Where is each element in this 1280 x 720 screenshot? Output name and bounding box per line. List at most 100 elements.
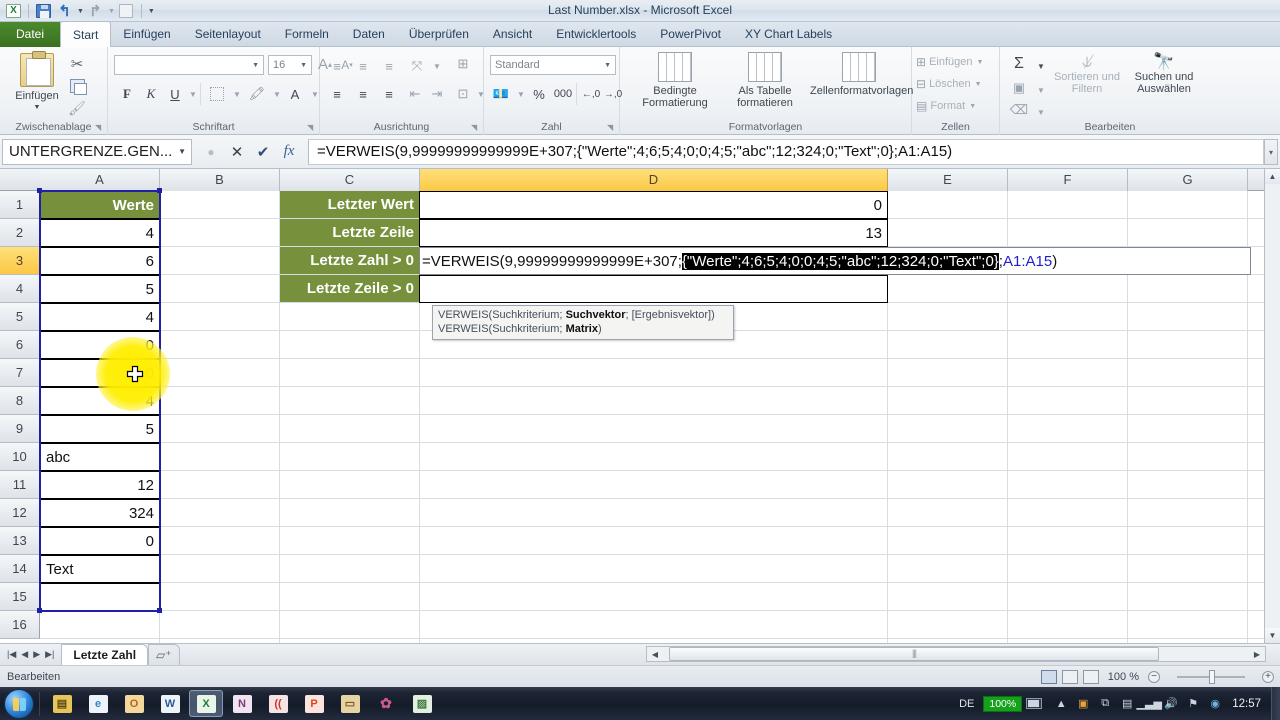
cell-a10[interactable]: abc: [40, 443, 160, 471]
screentip-1-bold[interactable]: Suchvektor: [566, 309, 626, 321]
tray-outlook-icon[interactable]: ▣: [1074, 695, 1092, 713]
column-header-d[interactable]: D: [420, 169, 888, 191]
row-header-10[interactable]: 10: [0, 443, 40, 471]
cell-d3-editing[interactable]: =VERWEIS(9,99999999999999E+307; {"Werte";…: [419, 247, 1251, 275]
row-header-11[interactable]: 11: [0, 471, 40, 499]
decrease-indent-button[interactable]: ⇤: [404, 83, 426, 105]
taskbar-item-media[interactable]: ((: [261, 690, 295, 717]
tab-powerpivot[interactable]: PowerPivot: [648, 22, 733, 47]
fill-color-button[interactable]: 🖍: [246, 83, 268, 105]
font-size-input[interactable]: 16 ▼: [268, 55, 312, 75]
cell-a3[interactable]: 6: [40, 247, 160, 275]
chevron-down-icon[interactable]: ▼: [252, 62, 259, 69]
column-header-g[interactable]: G: [1128, 169, 1248, 191]
formula-input[interactable]: =VERWEIS(9,99999999999999E+307;{"Werte";…: [308, 138, 1264, 165]
confirm-entry-button[interactable]: ✔: [250, 140, 276, 164]
screentip-2-bold[interactable]: Matrix: [566, 323, 598, 335]
tab-datei[interactable]: Datei: [0, 22, 61, 47]
percent-format-button[interactable]: %: [528, 83, 550, 105]
selection-handle-br[interactable]: [157, 608, 162, 613]
chevron-down-icon[interactable]: ▼: [969, 103, 976, 110]
taskbar-item-word[interactable]: W: [153, 690, 187, 717]
hscroll-thumb[interactable]: [669, 647, 1159, 661]
zoom-slider-knob[interactable]: [1209, 670, 1215, 684]
cell-styles-button[interactable]: Zellenformatvorlagen: [810, 52, 913, 97]
alignment-dialog-launcher[interactable]: ◥: [471, 123, 480, 132]
wrap-text-button[interactable]: ⊞: [452, 53, 474, 75]
column-header-a[interactable]: A: [40, 169, 160, 191]
cell-a13[interactable]: 0: [40, 527, 160, 555]
font-color-button[interactable]: A: [284, 83, 306, 105]
row-header-8[interactable]: 8: [0, 387, 40, 415]
increase-indent-button[interactable]: ⇥: [426, 83, 448, 105]
cell-a12[interactable]: 324: [40, 499, 160, 527]
taskbar-item-excel[interactable]: X: [189, 690, 223, 717]
copy-button[interactable]: [66, 75, 88, 97]
sheet-nav-next-icon[interactable]: ▶: [33, 649, 40, 660]
number-dialog-launcher[interactable]: ◥: [607, 123, 616, 132]
name-box[interactable]: UNTERGRENZE.GEN... ▼: [2, 138, 192, 165]
tray-clipboard-icon[interactable]: ▤: [1118, 695, 1136, 713]
zoom-in-button[interactable]: +: [1262, 671, 1274, 683]
taskbar-item-paint[interactable]: ✿: [369, 690, 403, 717]
cell-c3[interactable]: Letzte Zahl > 0: [280, 247, 419, 274]
row-header-16[interactable]: 16: [0, 611, 40, 639]
row-header-7[interactable]: 7: [0, 359, 40, 387]
insert-worksheet-button[interactable]: ▱⁺: [148, 644, 180, 665]
column-header-f[interactable]: F: [1008, 169, 1128, 191]
tray-volume-icon[interactable]: 🔊: [1162, 695, 1180, 713]
scroll-down-icon[interactable]: ▼: [1265, 628, 1280, 643]
sheet-tab-letzte-zahl[interactable]: Letzte Zahl: [61, 644, 149, 665]
clear-dropdown-icon[interactable]: ▼: [1030, 101, 1052, 123]
tab-daten[interactable]: Daten: [341, 22, 397, 47]
view-page-break-button[interactable]: [1082, 670, 1099, 684]
clear-button[interactable]: ⌫: [1008, 99, 1030, 121]
format-cells-button[interactable]: ▤ Format ▼: [916, 99, 976, 113]
row-header-9[interactable]: 9: [0, 415, 40, 443]
cell-a1[interactable]: Werte: [40, 191, 160, 219]
zoom-level-label[interactable]: 100 %: [1108, 671, 1139, 683]
column-header-e[interactable]: E: [888, 169, 1008, 191]
tab-start[interactable]: Start: [60, 21, 112, 47]
align-top-button[interactable]: ≡: [326, 55, 348, 77]
autosum-dropdown-icon[interactable]: ▼: [1030, 55, 1052, 77]
align-right-button[interactable]: ≡: [378, 83, 400, 105]
taskbar-item-explorer[interactable]: ▤: [45, 690, 79, 717]
row-header-13[interactable]: 13: [0, 527, 40, 555]
insert-cells-button[interactable]: ⊞ Einfügen ▼: [916, 55, 983, 69]
thousands-format-button[interactable]: 000: [552, 83, 574, 105]
borders-button[interactable]: [206, 83, 228, 105]
cell-a5[interactable]: 4: [40, 303, 160, 331]
borders-dropdown-icon[interactable]: ▼: [226, 83, 248, 105]
taskbar-clock[interactable]: 12:57: [1226, 698, 1271, 710]
zoom-slider[interactable]: [1165, 670, 1257, 684]
language-indicator[interactable]: DE: [959, 698, 974, 710]
increase-decimal-button[interactable]: ←,0: [580, 83, 602, 105]
paste-dropdown-icon[interactable]: ▼: [8, 102, 66, 114]
cell-a9[interactable]: 5: [40, 415, 160, 443]
row-header-4[interactable]: 4: [0, 275, 40, 303]
view-normal-button[interactable]: [1040, 670, 1057, 684]
cell-c2[interactable]: Letzte Zeile: [280, 219, 419, 246]
sort-filter-button[interactable]: ⫝̸ Sortieren und Filtern: [1050, 53, 1124, 96]
cell-d4[interactable]: [419, 275, 888, 303]
tray-signal-icon[interactable]: ▁▃▅: [1137, 695, 1162, 713]
chevron-down-icon[interactable]: ▼: [300, 62, 307, 69]
fill-dropdown-icon[interactable]: ▼: [1030, 79, 1052, 101]
format-as-table-button[interactable]: Als Tabelle formatieren: [724, 52, 806, 109]
hscroll-right-icon[interactable]: ▶: [1249, 647, 1265, 661]
row-header-14[interactable]: 14: [0, 555, 40, 583]
cut-button[interactable]: ✂: [66, 53, 88, 75]
font-dialog-launcher[interactable]: ◥: [307, 123, 316, 132]
cancel-entry-button[interactable]: ✕: [224, 140, 250, 164]
row-header-6[interactable]: 6: [0, 331, 40, 359]
tab-xy-chart-labels[interactable]: XY Chart Labels: [733, 22, 844, 47]
font-name-input[interactable]: ▼: [114, 55, 264, 75]
sheet-nav-first-icon[interactable]: |◀: [7, 649, 16, 660]
hscroll-left-icon[interactable]: ◀: [647, 647, 663, 661]
tray-flag-icon[interactable]: ⚑: [1184, 695, 1202, 713]
tab-ueberpruefen[interactable]: Überprüfen: [397, 22, 481, 47]
accounting-format-button[interactable]: 💶: [490, 83, 512, 105]
find-select-button[interactable]: 🔭 Suchen und Auswählen: [1126, 53, 1202, 96]
battery-indicator[interactable]: 100%: [983, 695, 1043, 712]
